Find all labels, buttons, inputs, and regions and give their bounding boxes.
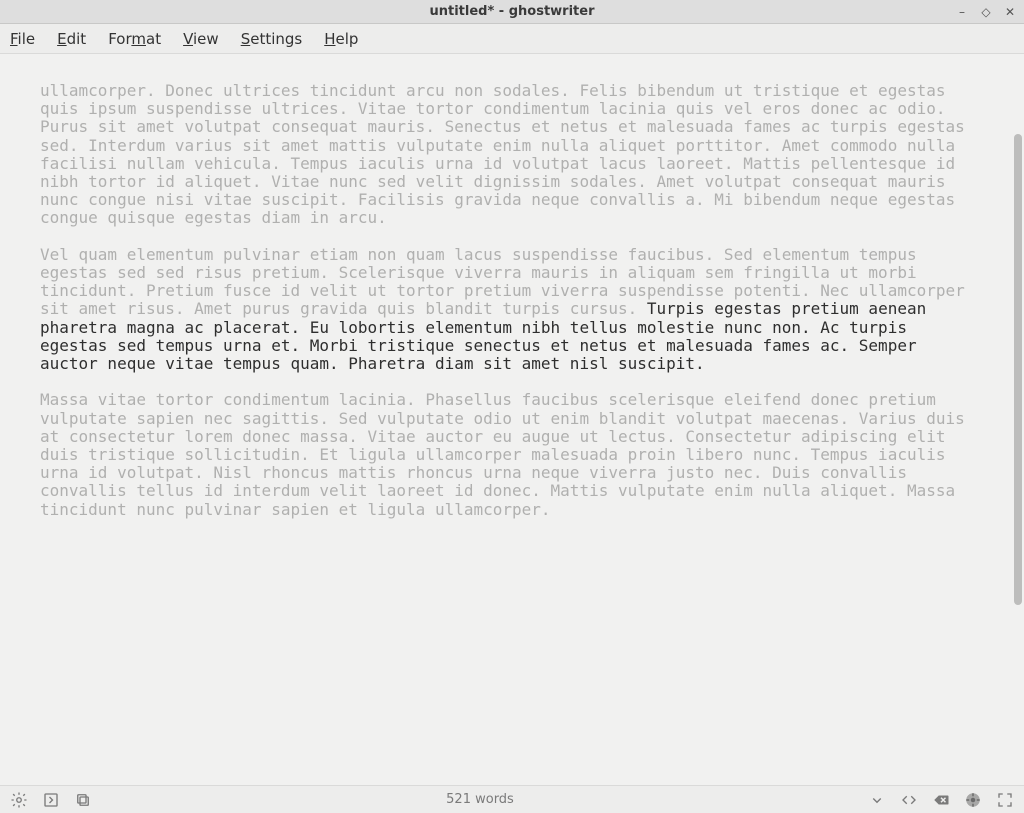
menu-edit[interactable]: Edit: [57, 30, 86, 48]
fullscreen-icon[interactable]: [996, 791, 1014, 809]
menu-format[interactable]: Format: [108, 30, 161, 48]
code-icon[interactable]: [900, 791, 918, 809]
maximize-button[interactable]: ◇: [978, 4, 994, 20]
scrollbar-thumb[interactable]: [1014, 134, 1022, 605]
statusbar: 521 words: [0, 785, 1024, 813]
menubar: File Edit Format View Settings Help: [0, 24, 1024, 54]
scrollbar[interactable]: [1012, 54, 1024, 785]
editor-container: ullamcorper. Donec ultrices tincidunt ar…: [0, 54, 1024, 785]
close-button[interactable]: ✕: [1002, 4, 1018, 20]
editor-textarea[interactable]: ullamcorper. Donec ultrices tincidunt ar…: [0, 54, 1012, 785]
paragraph-1: ullamcorper. Donec ultrices tincidunt ar…: [40, 81, 974, 227]
window-controls: – ◇ ✕: [954, 4, 1018, 20]
menu-view[interactable]: View: [183, 30, 219, 48]
titlebar: untitled* - ghostwriter – ◇ ✕: [0, 0, 1024, 24]
minimize-button[interactable]: –: [954, 4, 970, 20]
word-count: 521 words: [92, 792, 868, 807]
focus-mode-icon[interactable]: [964, 791, 982, 809]
copy-icon[interactable]: [74, 791, 92, 809]
backspace-icon[interactable]: [932, 791, 950, 809]
paragraph-3: Massa vitae tortor condimentum lacinia. …: [40, 390, 974, 518]
menu-file[interactable]: File: [10, 30, 35, 48]
chevron-down-icon[interactable]: [868, 791, 886, 809]
window-title: untitled* - ghostwriter: [0, 4, 1024, 19]
menu-settings[interactable]: Settings: [241, 30, 303, 48]
export-icon[interactable]: [42, 791, 60, 809]
menu-help[interactable]: Help: [324, 30, 358, 48]
settings-icon[interactable]: [10, 791, 28, 809]
